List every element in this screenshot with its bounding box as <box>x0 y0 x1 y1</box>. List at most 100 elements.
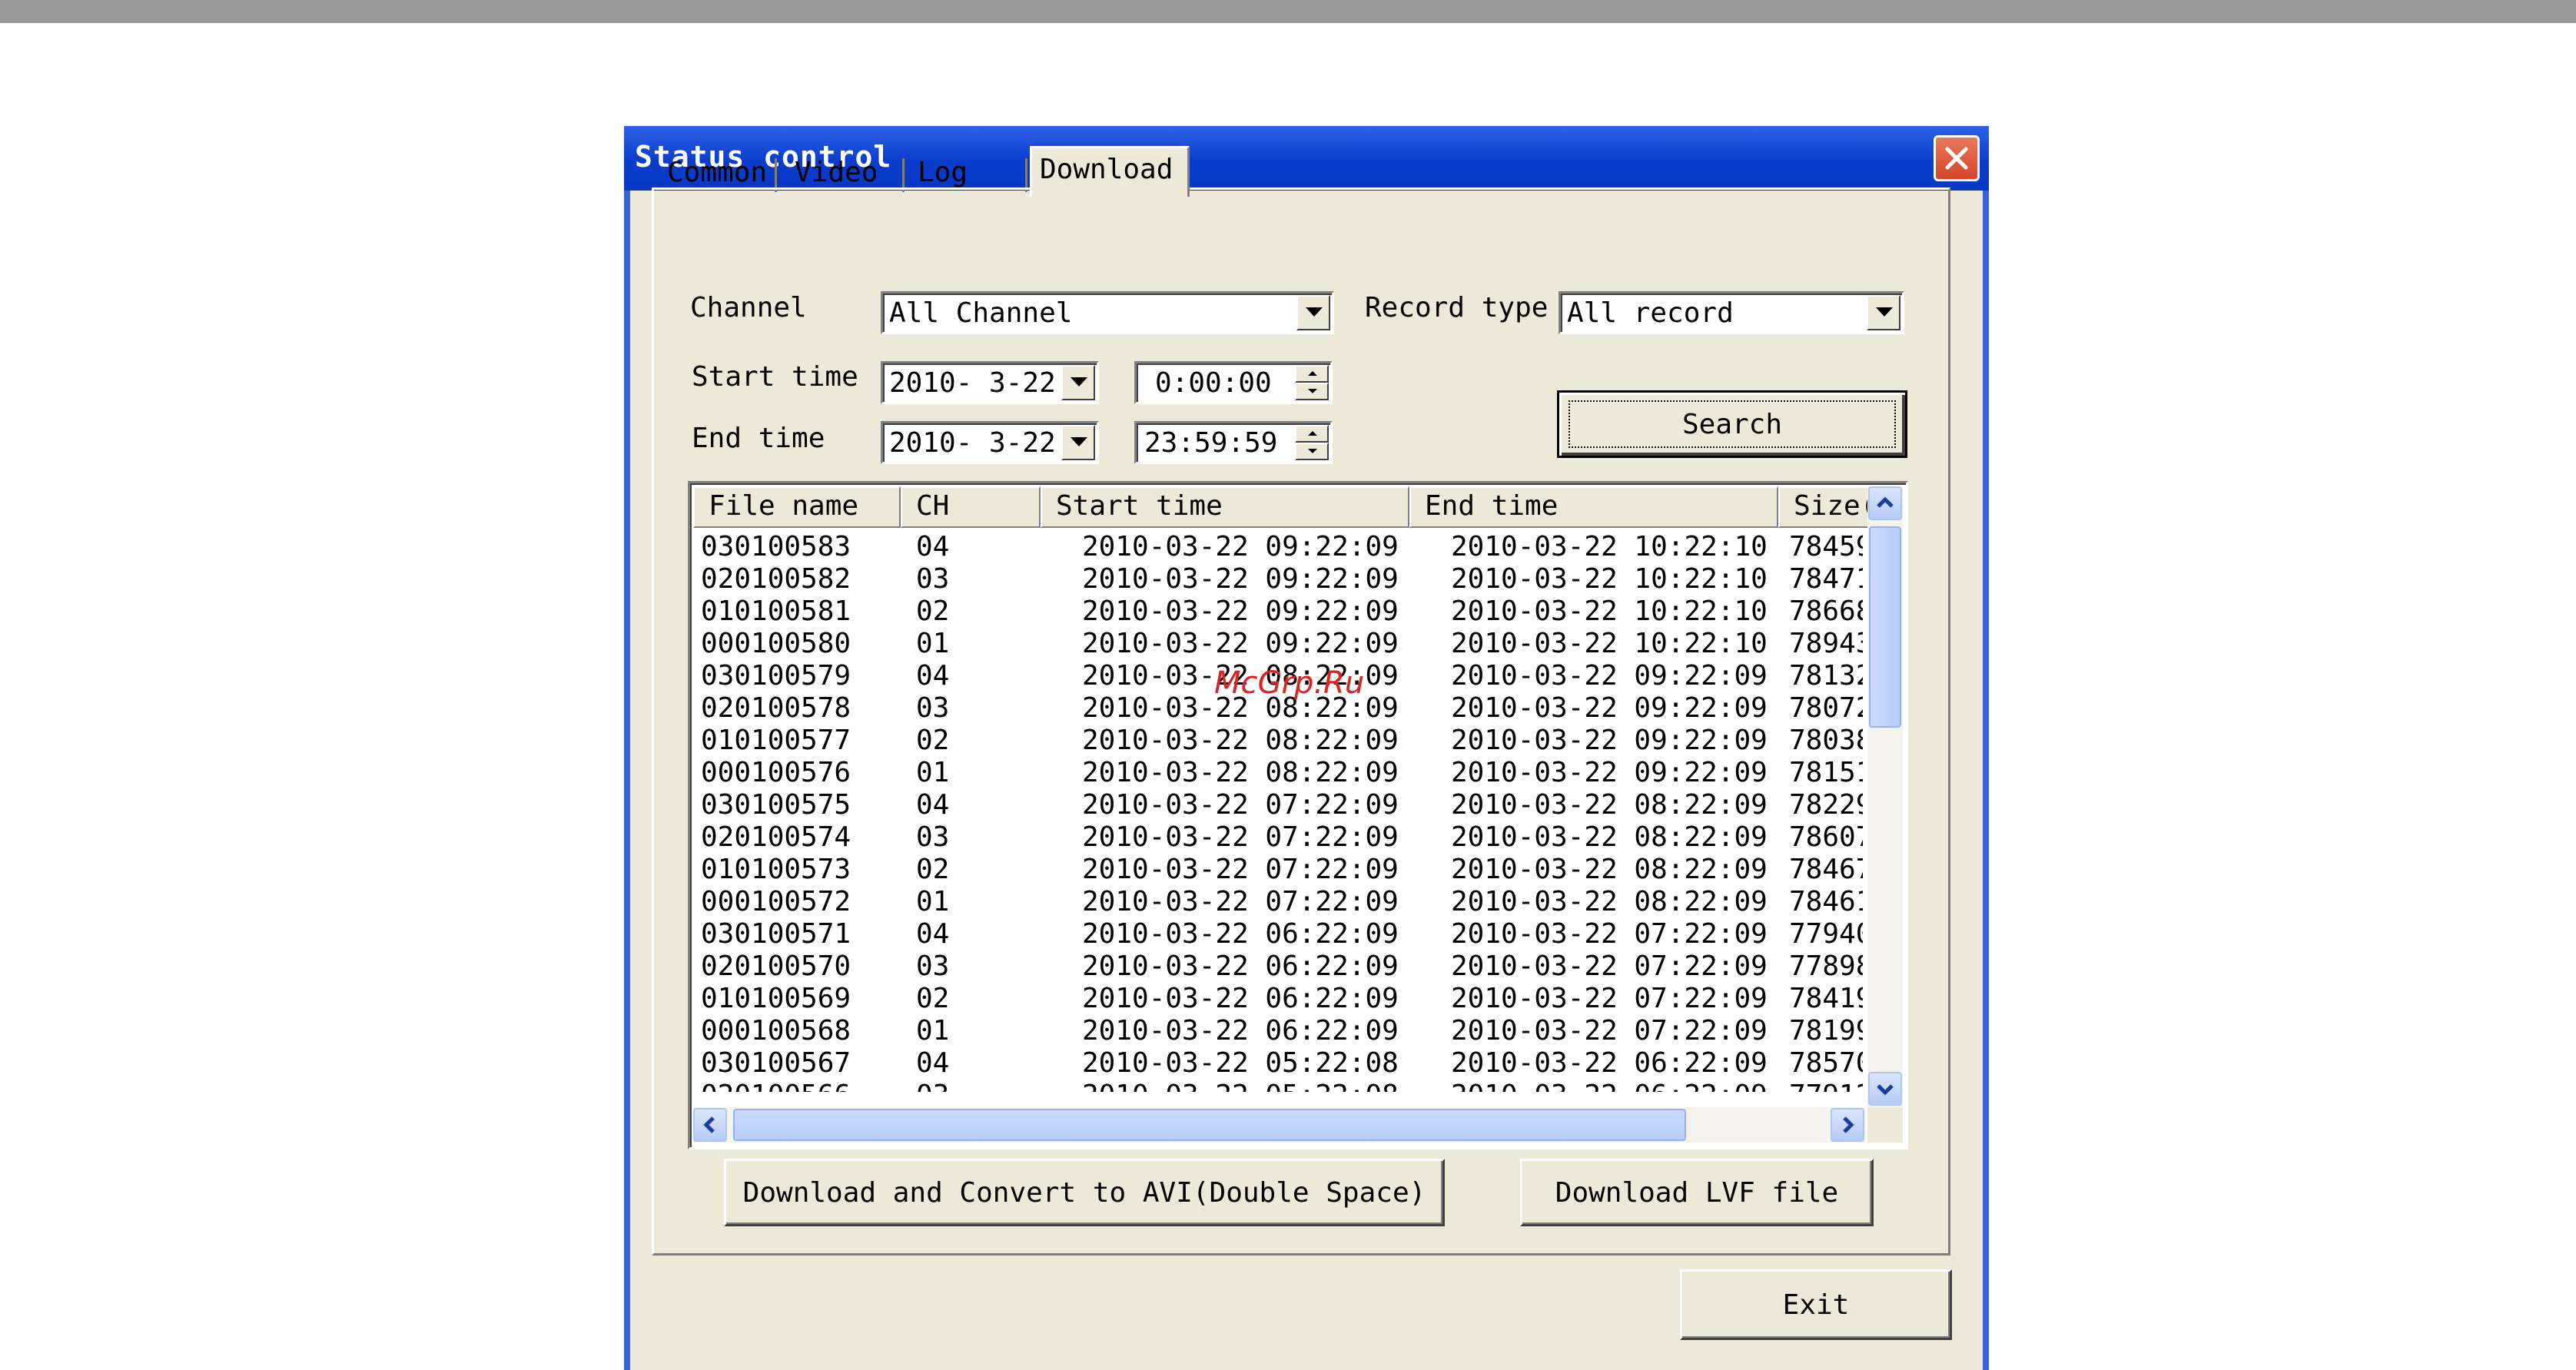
tab-video[interactable]: Video <box>787 154 885 192</box>
table-row[interactable]: 030100571 04 2010-03-22 06:22:09 2010-03-22… <box>701 918 1863 950</box>
spin-up-icon[interactable] <box>1295 425 1329 443</box>
cell-size: 78199 <box>1789 1015 1863 1047</box>
cell-file-name: 010100569 <box>701 983 851 1014</box>
column-header-start-time[interactable]: Start time <box>1041 486 1409 528</box>
table-row[interactable]: 000100580 01 2010-03-22 09:22:09 2010-03-22… <box>701 628 1863 660</box>
cell-size: 78151 <box>1789 757 1863 788</box>
cell-file-name: 020100582 <box>701 563 851 595</box>
cell-start-time: 2010-03-22 05:22:08 <box>1082 1080 1399 1092</box>
cell-file-name: 010100577 <box>701 725 851 756</box>
table-row[interactable]: 030100575 04 2010-03-22 07:22:09 2010-03-22… <box>701 789 1863 821</box>
scroll-left-button[interactable] <box>693 1108 727 1142</box>
cell-start-time: 2010-03-22 06:22:09 <box>1082 983 1399 1014</box>
horizontal-scroll-thumb[interactable] <box>733 1109 1686 1141</box>
table-row[interactable]: 000100568 01 2010-03-22 06:22:09 2010-03-22… <box>701 1015 1863 1047</box>
table-row[interactable]: 010100573 02 2010-03-22 07:22:09 2010-03-22… <box>701 854 1863 886</box>
table-row[interactable]: 020100570 03 2010-03-22 06:22:09 2010-03-22… <box>701 950 1863 983</box>
spin-down-icon[interactable] <box>1295 443 1329 460</box>
tab-common[interactable]: Common <box>659 154 775 192</box>
channel-select[interactable]: All Channel <box>881 291 1334 334</box>
vertical-scroll-thumb[interactable] <box>1869 526 1901 728</box>
download-avi-button[interactable]: Download and Convert to AVI(Double Space… <box>724 1159 1445 1226</box>
spin-buttons <box>1295 365 1329 400</box>
cell-size: 77940 <box>1789 918 1863 950</box>
scroll-corner <box>1867 1107 1903 1143</box>
cell-ch: 03 <box>916 1080 949 1092</box>
cell-end-time: 2010-03-22 07:22:09 <box>1451 983 1768 1014</box>
cell-start-time: 2010-03-22 09:22:09 <box>1082 531 1399 562</box>
start-time-spinner[interactable]: 0:00:00 <box>1134 361 1333 404</box>
scroll-up-button[interactable] <box>1868 486 1902 520</box>
column-header-end-time[interactable]: End time <box>1409 486 1778 528</box>
tab-download[interactable]: Download <box>1030 146 1190 197</box>
column-header-file-name[interactable]: File name <box>693 486 901 528</box>
cell-start-time: 2010-03-22 07:22:09 <box>1082 821 1399 853</box>
cell-size: 78072 <box>1789 692 1863 724</box>
top-bar <box>0 0 2576 23</box>
cell-end-time: 2010-03-22 10:22:10 <box>1451 531 1768 562</box>
close-button[interactable] <box>1934 135 1980 181</box>
spin-down-icon[interactable] <box>1295 383 1329 400</box>
exit-button[interactable]: Exit <box>1680 1269 1952 1340</box>
chevron-down-icon <box>1877 1084 1894 1096</box>
cell-file-name: 030100567 <box>701 1047 851 1079</box>
table-row[interactable]: 020100574 03 2010-03-22 07:22:09 2010-03-22… <box>701 821 1863 854</box>
chevron-down-icon[interactable] <box>1867 295 1900 330</box>
cell-file-name: 000100572 <box>701 886 851 917</box>
cell-start-time: 2010-03-22 07:22:09 <box>1082 789 1399 821</box>
file-list[interactable]: File name CH Start time End time Size( 0… <box>688 481 1908 1149</box>
end-time-spinner[interactable]: 23:59:59 <box>1134 421 1333 464</box>
vertical-scrollbar[interactable] <box>1867 486 1903 1107</box>
table-row[interactable]: 000100576 01 2010-03-22 08:22:09 2010-03-22… <box>701 757 1863 789</box>
start-time-label: Start time <box>692 361 858 393</box>
table-row[interactable]: 010100569 02 2010-03-22 06:22:09 2010-03-22… <box>701 983 1863 1015</box>
table-row[interactable]: 010100577 02 2010-03-22 08:22:09 2010-03-22… <box>701 725 1863 757</box>
cell-size: 77912 <box>1789 1080 1863 1092</box>
cell-ch: 02 <box>916 854 950 885</box>
cell-end-time: 2010-03-22 07:22:09 <box>1451 1015 1768 1047</box>
cell-end-time: 2010-03-22 10:22:10 <box>1451 563 1768 595</box>
cell-ch: 03 <box>916 692 950 724</box>
chevron-down-icon[interactable] <box>1061 365 1095 400</box>
cell-file-name: 020100566 <box>701 1080 851 1092</box>
table-row[interactable]: 010100581 02 2010-03-22 09:22:09 2010-03-22… <box>701 595 1863 628</box>
chevron-right-icon <box>1843 1116 1854 1133</box>
end-date-picker[interactable]: 2010- 3-22 <box>881 421 1099 464</box>
chevron-down-icon[interactable] <box>1061 425 1095 460</box>
chevron-down-icon[interactable] <box>1296 295 1330 330</box>
scroll-down-button[interactable] <box>1868 1072 1902 1106</box>
list-rows: 030100583 04 2010-03-22 09:22:09 2010-03-22… <box>701 531 1863 1092</box>
cell-ch: 04 <box>916 789 950 821</box>
cell-ch: 02 <box>916 983 950 1014</box>
column-header-ch[interactable]: CH <box>901 486 1041 528</box>
search-button[interactable]: Search <box>1557 390 1907 458</box>
cell-start-time: 2010-03-22 08:22:09 <box>1082 725 1399 756</box>
cell-start-time: 2010-03-22 08:22:09 <box>1082 757 1399 788</box>
scroll-right-button[interactable] <box>1831 1108 1864 1142</box>
cell-start-time: 2010-03-22 06:22:09 <box>1082 918 1399 950</box>
spin-buttons <box>1295 425 1329 460</box>
start-date-value: 2010- 3-22 <box>889 367 1056 399</box>
table-row[interactable]: 030100567 04 2010-03-22 05:22:08 2010-03-22… <box>701 1047 1863 1080</box>
cell-ch: 03 <box>916 950 950 982</box>
cell-size: 78943 <box>1789 628 1863 659</box>
table-row[interactable]: 020100566 03 2010-03-22 05:22:08 2010-03-22… <box>701 1080 1863 1092</box>
cell-size: 78459 <box>1789 531 1863 562</box>
cell-start-time: 2010-03-22 06:22:09 <box>1082 950 1399 982</box>
end-date-value: 2010- 3-22 <box>889 427 1056 459</box>
horizontal-scrollbar[interactable] <box>693 1107 1866 1143</box>
cell-start-time: 2010-03-22 05:22:08 <box>1082 1047 1399 1079</box>
column-header-size[interactable]: Size( <box>1778 486 1871 528</box>
record-type-select[interactable]: All record <box>1559 291 1904 334</box>
start-date-picker[interactable]: 2010- 3-22 <box>881 361 1099 404</box>
chevron-up-icon <box>1877 496 1894 508</box>
table-row[interactable]: 030100583 04 2010-03-22 09:22:09 2010-03-22… <box>701 531 1863 563</box>
spin-up-icon[interactable] <box>1295 365 1329 383</box>
cell-file-name: 020100570 <box>701 950 851 982</box>
cell-ch: 04 <box>916 918 950 950</box>
cell-size: 78668 <box>1789 595 1863 627</box>
table-row[interactable]: 000100572 01 2010-03-22 07:22:09 2010-03-22… <box>701 886 1863 918</box>
table-row[interactable]: 020100582 03 2010-03-22 09:22:09 2010-03-22… <box>701 563 1863 595</box>
tab-log[interactable]: Log <box>910 154 975 192</box>
download-lvf-button[interactable]: Download LVF file <box>1520 1159 1874 1226</box>
